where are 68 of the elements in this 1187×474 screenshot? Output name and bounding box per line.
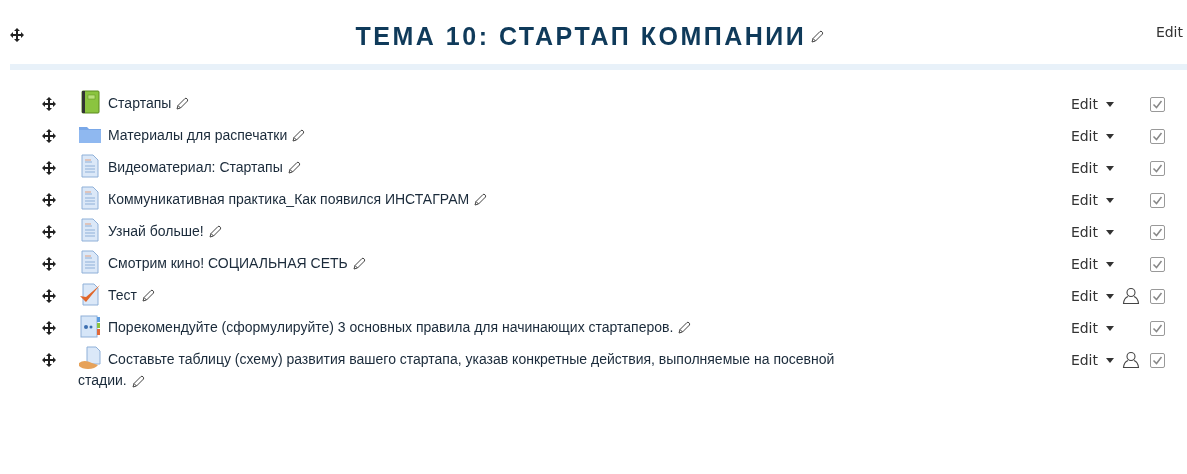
completion-checkbox[interactable] — [1150, 160, 1165, 176]
move-icon[interactable] — [42, 321, 56, 335]
activity-link[interactable]: Узнай больше! — [78, 218, 868, 243]
section-title: ТЕМА 10: СТАРТАП КОМПАНИИ — [355, 22, 807, 51]
edit-menu[interactable]: Edit — [1155, 22, 1187, 42]
completion-checkbox[interactable] — [1150, 256, 1165, 272]
caret-icon — [1106, 325, 1114, 331]
activity-link[interactable]: Тест — [78, 282, 868, 307]
person-icon — [1122, 351, 1140, 369]
completion-checkbox[interactable] — [1150, 224, 1165, 240]
caret-icon — [1106, 357, 1114, 363]
edit-menu[interactable]: Edit — [1070, 94, 1114, 114]
edit-menu[interactable]: Edit — [1070, 350, 1114, 370]
move-icon[interactable] — [10, 28, 24, 42]
pencil-icon — [351, 257, 366, 272]
activity-link[interactable]: Стартапы — [78, 90, 868, 115]
completion-checkbox[interactable] — [1150, 128, 1165, 144]
edit-menu[interactable]: Edit — [1070, 190, 1114, 210]
completion-checkbox[interactable] — [1150, 352, 1165, 368]
edit-menu[interactable]: Edit — [1070, 318, 1114, 338]
pencil-icon — [291, 129, 306, 144]
activity-link[interactable]: Коммуникативная практика_Как появился ИНСТАГРАМ — [78, 186, 868, 211]
activity-link[interactable]: Составьте таблицу (схему) развития вашего стартапа, указав конкретные действия, выполняемые на посевной стадии. — [78, 346, 868, 391]
checkmark-document-icon — [78, 282, 102, 307]
caret-icon — [1106, 229, 1114, 235]
pencil-icon — [286, 161, 301, 176]
move-icon[interactable] — [42, 225, 56, 239]
completion-checkbox[interactable] — [1150, 320, 1165, 336]
pencil-icon — [175, 97, 190, 112]
completion-checkbox[interactable] — [1150, 192, 1165, 208]
person-icon — [1122, 287, 1140, 305]
move-icon[interactable] — [42, 353, 56, 367]
move-icon[interactable] — [42, 257, 56, 271]
completion-checkbox[interactable] — [1150, 288, 1165, 304]
activity-link[interactable]: Смотрим кино! СОЦИАЛЬНАЯ СЕТЬ — [78, 250, 868, 275]
edit-menu[interactable]: Edit — [1070, 222, 1114, 242]
caret-icon — [1106, 261, 1114, 267]
edit-menu[interactable]: Edit — [1070, 126, 1114, 146]
hand-document-icon — [78, 346, 102, 371]
pencil-icon — [810, 29, 825, 44]
activity-link[interactable]: Материалы для распечатки — [78, 122, 868, 147]
document-icon — [78, 250, 102, 275]
pencil-icon — [473, 193, 488, 208]
activity-link[interactable]: Видеоматериал: Стартапы — [78, 154, 868, 179]
pencil-icon — [677, 321, 692, 336]
move-icon[interactable] — [42, 129, 56, 143]
caret-icon — [1106, 133, 1114, 139]
document-icon — [78, 154, 102, 179]
caret-icon — [1106, 165, 1114, 171]
caret-icon — [1106, 101, 1114, 107]
pencil-icon — [140, 289, 155, 304]
document-icon — [78, 186, 102, 211]
book-icon — [78, 90, 102, 115]
pencil-icon — [207, 225, 222, 240]
caret-icon — [1106, 197, 1114, 203]
edit-menu[interactable]: Edit — [1070, 158, 1114, 178]
caret-icon — [1106, 293, 1114, 299]
edit-menu[interactable]: Edit — [1070, 286, 1114, 306]
dictionary-icon — [78, 314, 102, 339]
document-icon — [78, 218, 102, 243]
move-icon[interactable] — [42, 161, 56, 175]
move-icon[interactable] — [42, 193, 56, 207]
pencil-icon — [130, 374, 145, 389]
activity-link[interactable]: Порекомендуйте (сформулируйте) 3 основных правила для начинающих стартаперов. — [78, 314, 868, 339]
move-icon[interactable] — [42, 97, 56, 111]
edit-menu[interactable]: Edit — [1070, 254, 1114, 274]
move-icon[interactable] — [42, 289, 56, 303]
completion-checkbox[interactable] — [1150, 96, 1165, 112]
